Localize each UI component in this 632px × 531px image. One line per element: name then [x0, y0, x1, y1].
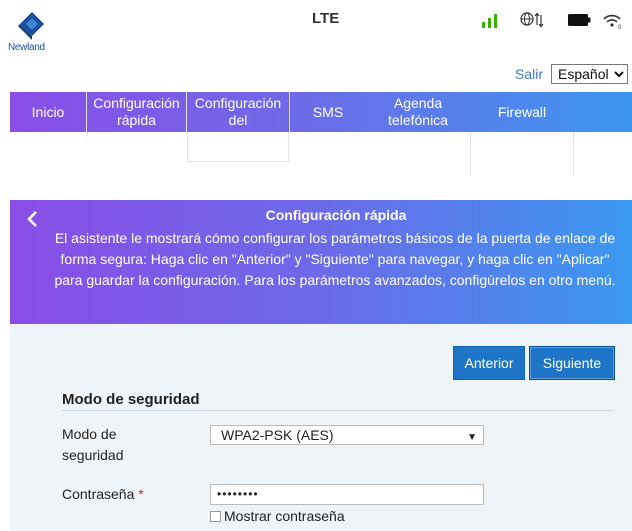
- banner-title: Configuración rápida: [265, 207, 407, 223]
- nav-item-configuracion-rapida[interactable]: Configuración rápida: [86, 92, 186, 137]
- password-label-wrap: Contraseña *: [62, 484, 144, 505]
- next-button[interactable]: Siguiente: [529, 346, 615, 380]
- newland-logo: Newland: [8, 10, 58, 58]
- language-select[interactable]: Español: [551, 64, 628, 84]
- show-password-label: Mostrar contraseña: [224, 508, 345, 524]
- nav-submenu-area: [87, 132, 186, 137]
- dropdown-arrow-icon: ▼: [467, 432, 477, 443]
- nav-item-sms[interactable]: SMS: [290, 92, 366, 132]
- brand-name: Newland: [8, 42, 45, 53]
- show-password-row: Mostrar contraseña: [210, 508, 345, 524]
- internet-globe-icon: [520, 12, 544, 28]
- wizard-panel: Anterior Siguiente Modo de seguridad Mod…: [10, 324, 632, 531]
- nav-item-label: Configuración del: [194, 95, 282, 128]
- show-password-checkbox[interactable]: [210, 510, 221, 522]
- logout-link[interactable]: Salir: [515, 66, 543, 82]
- nav-item-firewall[interactable]: Firewall: [470, 92, 574, 176]
- wizard-banner: Configuración rápida El asistente le mos…: [10, 200, 632, 324]
- nav-item-label: SMS: [312, 103, 344, 120]
- nav-submenu-area: [470, 132, 574, 176]
- security-mode-label: Modo de seguridad: [62, 426, 124, 463]
- wifi-icon: 0: [603, 14, 622, 30]
- banner-description: El asistente le mostrará cómo configurar…: [54, 230, 616, 288]
- section-title: Modo de seguridad: [62, 391, 200, 408]
- back-chevron-icon[interactable]: [22, 208, 44, 230]
- nav-item-agenda-telefonica[interactable]: Agenda telefónica: [366, 92, 470, 132]
- security-mode-value: WPA2-PSK (AES): [221, 427, 334, 443]
- previous-button[interactable]: Anterior: [453, 346, 525, 380]
- section-divider: [62, 410, 614, 411]
- required-mark: *: [138, 486, 144, 502]
- nav-item-configuracion-dispositivo[interactable]: Configuración del: [186, 92, 290, 162]
- password-input[interactable]: ••••••••: [210, 484, 484, 505]
- logo-mark-icon: [18, 12, 44, 40]
- nav-item-label: Agenda telefónica: [388, 95, 448, 128]
- security-mode-select[interactable]: WPA2-PSK (AES) ▼: [210, 425, 484, 445]
- signal-strength-icon: [482, 14, 497, 28]
- password-label: Contraseña: [62, 486, 135, 502]
- svg-text:0: 0: [618, 25, 622, 30]
- nav-item-label: Inicio: [31, 103, 65, 120]
- main-nav: Inicio Configuración rápida Configuració…: [10, 92, 632, 176]
- nav-item-label: Firewall: [497, 103, 547, 120]
- network-type: LTE: [312, 10, 340, 27]
- nav-item-label: Configuración rápida: [93, 95, 180, 128]
- nav-item-inicio[interactable]: Inicio: [10, 92, 86, 132]
- nav-submenu-area: [187, 132, 289, 162]
- battery-icon: [568, 14, 591, 26]
